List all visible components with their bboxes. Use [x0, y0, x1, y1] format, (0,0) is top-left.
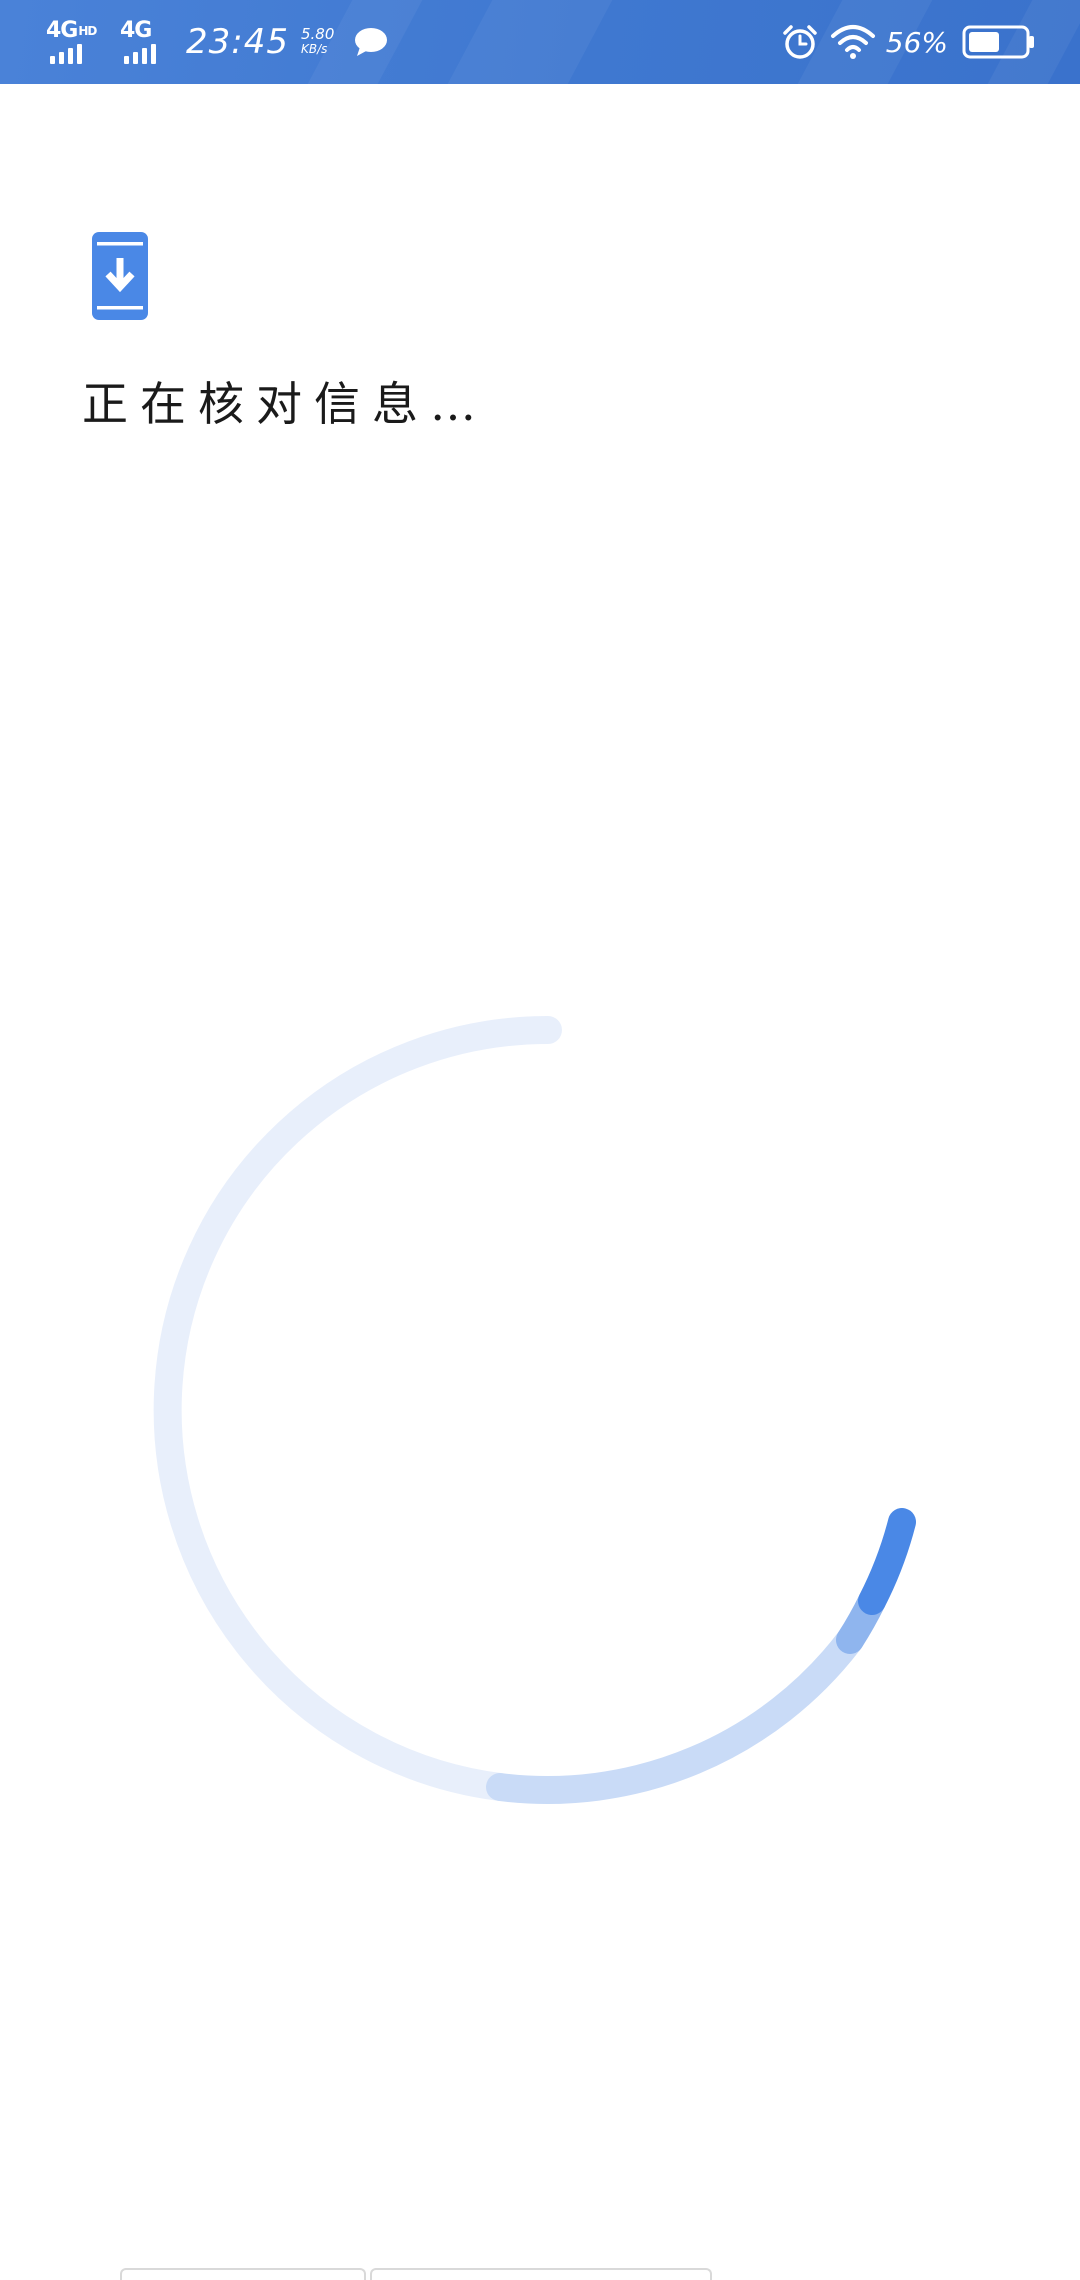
signal-1-icon: 4GHD	[46, 20, 106, 64]
alarm-icon	[783, 25, 817, 59]
signal-2-icon: 4G	[120, 20, 170, 64]
network-type-1: 4G	[46, 18, 78, 43]
screen: 4GHD 4G 23:45 5.80 KB/s 56% 正在核对信息…	[0, 0, 1080, 2280]
network-speed-value: 5.80	[300, 25, 335, 43]
network-speed: 5.80 KB/s	[301, 27, 334, 57]
status-bar: 4GHD 4G 23:45 5.80 KB/s 56%	[0, 0, 1080, 84]
loading-spinner-icon	[153, 1016, 916, 1804]
status-right: 56%	[782, 0, 1036, 84]
page-title: 正在核对信息…	[82, 377, 488, 431]
network-type-2: 4G	[120, 18, 152, 43]
wifi-icon	[830, 25, 875, 59]
phone-download-icon	[92, 232, 148, 320]
network-speed-unit: KB/s	[300, 42, 328, 56]
bottom-button-left[interactable]	[120, 2268, 366, 2280]
battery-percent: 56%	[885, 25, 948, 59]
bottom-button-right[interactable]	[370, 2268, 712, 2280]
status-time: 23:45	[186, 22, 289, 62]
message-icon	[355, 28, 388, 56]
network-badge: HD	[78, 24, 97, 38]
battery-icon	[962, 25, 1034, 59]
status-left: 4GHD 4G 23:45 5.80 KB/s	[46, 0, 388, 84]
